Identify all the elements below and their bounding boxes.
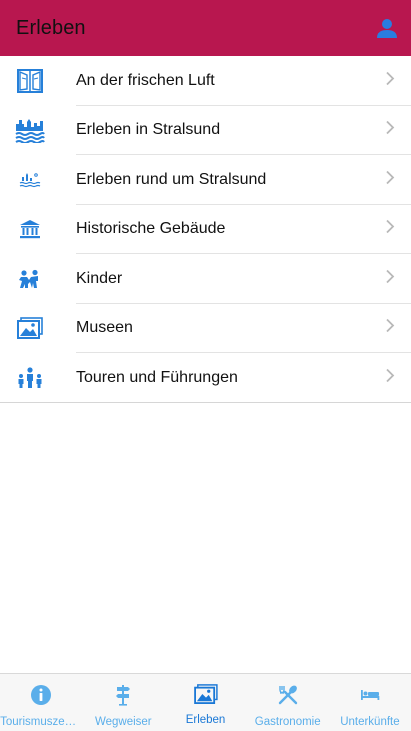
tab-erleben[interactable]: Erleben [164,674,246,731]
list-item-kinder[interactable]: Kinder [0,254,411,304]
chevron-right-icon [386,368,395,387]
harbor-icon [0,155,60,205]
list-item-erleben-stralsund[interactable]: Erleben in Stralsund [0,106,411,156]
list-item-label: An der frischen Luft [76,71,215,89]
signpost-icon [113,684,133,711]
cutlery-icon [277,684,299,711]
tab-bar: Tourismuszentrale Wegweiser Erleben [0,673,411,731]
list-item-touren[interactable]: Touren und Führungen [0,353,411,403]
list-item-label: Erleben in Stralsund [76,121,221,139]
tab-label: Tourismuszentrale [0,716,82,728]
chevron-right-icon [386,319,395,338]
list-item-label: Historische Gebäude [76,220,226,238]
list-item-label: Erleben rund um Stralsund [76,170,267,188]
chevron-right-icon [386,71,395,90]
category-list: An der frischen Luft Erleben in Stralsun… [0,56,411,403]
tab-unterkuenfte[interactable]: Unterkünfte [329,674,411,731]
tab-label: Unterkünfte [340,716,400,728]
app-header: Erleben [0,0,411,56]
chevron-right-icon [386,170,395,189]
window-icon [0,56,60,106]
picture-icon [193,684,218,709]
chevron-right-icon [386,220,395,239]
group-icon [0,353,60,403]
tab-label: Wegweiser [94,716,152,728]
info-icon [30,684,52,711]
list-item-label: Museen [76,319,133,337]
children-icon [0,254,60,304]
tab-tourismuszentrale[interactable]: Tourismuszentrale [0,674,82,731]
tab-gastronomie[interactable]: Gastronomie [247,674,329,731]
chevron-right-icon [386,269,395,288]
list-item-frische-luft[interactable]: An der frischen Luft [0,56,411,106]
list-item-label: Kinder [76,269,123,287]
tab-label: Erleben [185,714,226,726]
bed-icon [359,684,381,711]
tab-wegweiser[interactable]: Wegweiser [82,674,164,731]
list-item-rund-um-stralsund[interactable]: Erleben rund um Stralsund [0,155,411,205]
building-columns-icon [0,205,60,255]
chevron-right-icon [386,121,395,140]
list-item-label: Touren und Führungen [76,368,238,386]
city-water-icon [0,106,60,156]
list-item-museen[interactable]: Museen [0,304,411,354]
list-item-historische-gebaeude[interactable]: Historische Gebäude [0,205,411,255]
page-title: Erleben [16,16,86,39]
user-icon[interactable] [375,16,399,40]
picture-icon [0,304,60,354]
tab-label: Gastronomie [254,716,321,728]
